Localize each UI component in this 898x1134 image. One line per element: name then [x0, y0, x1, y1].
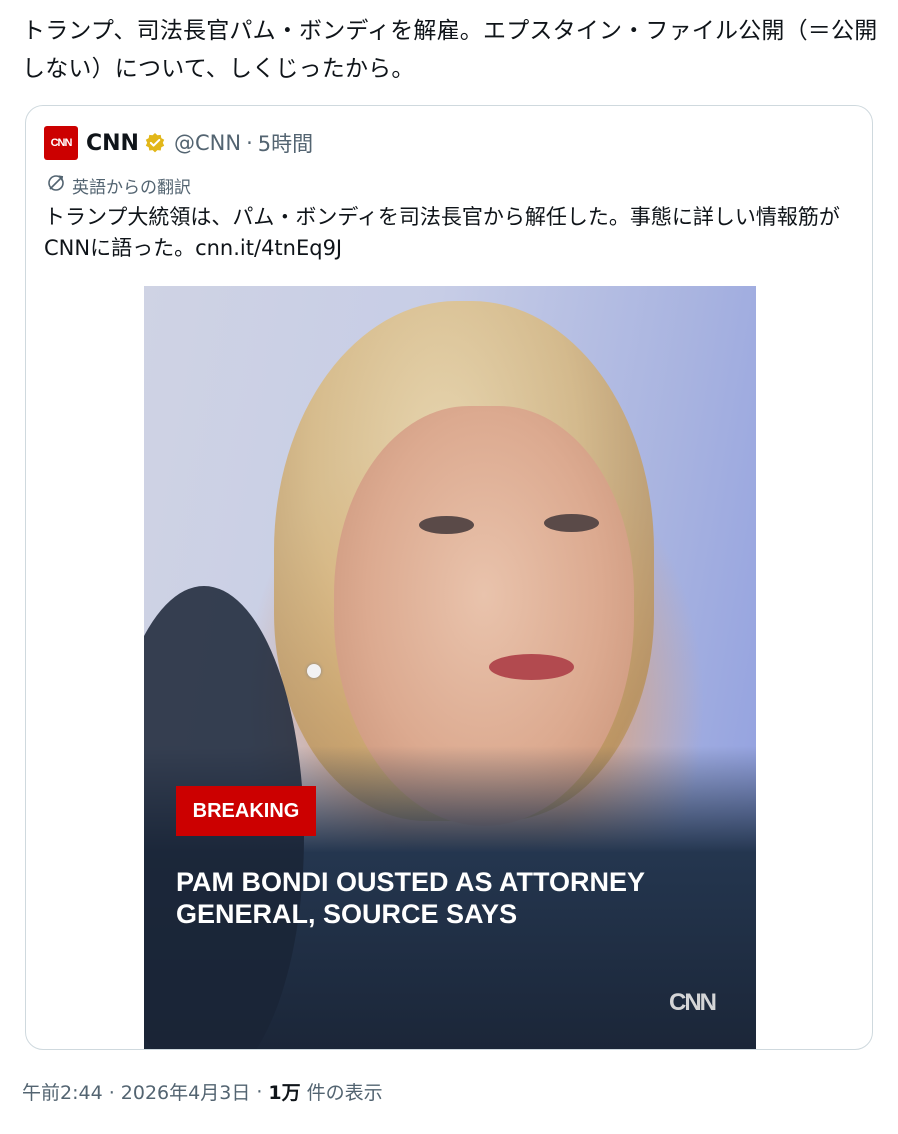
relative-time[interactable]: 5時間	[258, 128, 313, 158]
translation-notice[interactable]: 英語からの翻訳	[46, 173, 191, 198]
quoted-post-card[interactable]: CNN CNN @CNN · 5時間 英語からの翻訳 トランプ大統領は、パム・ボ…	[25, 105, 873, 1050]
separator: ·	[246, 131, 253, 155]
photo-lips	[489, 654, 574, 680]
photo-eye-left	[419, 516, 474, 534]
post-metadata: 午前2:44 · 2026年4月3日 · 1万 件の表示	[22, 1078, 383, 1105]
breaking-badge: BREAKING	[176, 786, 316, 836]
display-name[interactable]: CNN	[86, 131, 139, 156]
photo-eye-right	[544, 514, 599, 532]
view-count: 1万	[268, 1082, 301, 1104]
post-image[interactable]: BREAKING PAM BONDI OUSTED AS ATTORNEY GE…	[144, 286, 756, 1049]
photo-earring	[307, 664, 321, 678]
image-headline: PAM BONDI OUSTED AS ATTORNEY GENERAL, SO…	[176, 867, 645, 929]
verified-badge-icon	[144, 132, 166, 154]
translate-icon	[46, 173, 66, 198]
post-text: トランプ、司法長官パム・ボンディを解雇。エプスタイン・ファイル公開（＝公開しない…	[22, 18, 878, 82]
quoted-post-text: トランプ大統領は、パム・ボンディを司法長官から解任した。事態に詳しい情報筋がCN…	[44, 205, 840, 260]
cnn-avatar[interactable]: CNN	[44, 126, 78, 160]
handle[interactable]: @CNN	[174, 131, 241, 155]
post-datetime[interactable]: 午前2:44 · 2026年4月3日	[22, 1078, 250, 1105]
translate-label: 英語からの翻訳	[72, 178, 191, 198]
quoted-post-header: CNN CNN @CNN · 5時間	[44, 126, 313, 160]
view-label: 件の表示	[306, 1082, 383, 1104]
cnn-watermark: CNN	[669, 989, 717, 1016]
separator: ·	[256, 1080, 263, 1103]
